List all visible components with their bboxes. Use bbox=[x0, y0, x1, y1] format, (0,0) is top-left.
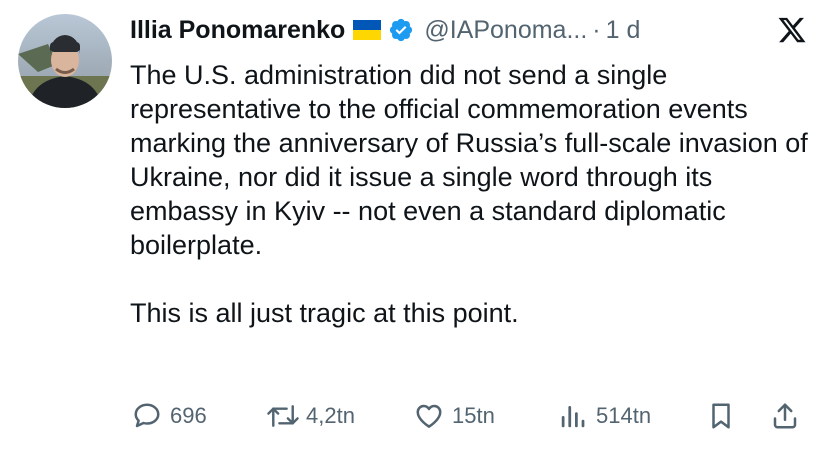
avatar[interactable] bbox=[18, 14, 112, 108]
action-bar: 696 4,2tn 15tn 514tn bbox=[130, 396, 810, 436]
tweet-text: The U.S. administration did not send a s… bbox=[130, 58, 810, 330]
tweet-paragraph: The U.S. administration did not send a s… bbox=[130, 60, 808, 260]
views-icon bbox=[556, 399, 590, 433]
author-handle[interactable]: @IAPonoma... bbox=[424, 16, 587, 45]
share-button[interactable] bbox=[768, 396, 802, 436]
repost-button[interactable]: 4,2tn bbox=[266, 396, 355, 436]
author-name[interactable]: Illia Ponomarenko bbox=[130, 16, 345, 45]
views-button[interactable]: 514tn bbox=[556, 396, 651, 436]
reply-button[interactable]: 696 bbox=[130, 396, 207, 436]
separator-dot: · bbox=[592, 15, 601, 44]
tweet-header: Illia Ponomarenko @IAPonoma... · 1 d bbox=[130, 12, 810, 48]
repost-count: 4,2tn bbox=[306, 403, 355, 428]
bookmark-icon bbox=[704, 399, 738, 433]
like-button[interactable]: 15tn bbox=[412, 396, 495, 436]
like-icon bbox=[412, 399, 446, 433]
share-icon bbox=[768, 399, 802, 433]
bookmark-button[interactable] bbox=[704, 396, 738, 436]
tweet-paragraph: This is all just tragic at this point. bbox=[130, 298, 519, 328]
reply-icon bbox=[130, 399, 164, 433]
repost-icon bbox=[266, 399, 300, 433]
x-logo-icon[interactable] bbox=[774, 12, 810, 48]
tweet-timestamp[interactable]: 1 d bbox=[606, 16, 641, 45]
reply-count: 696 bbox=[170, 403, 207, 428]
tweet-card[interactable]: Illia Ponomarenko @IAPonoma... · 1 d The… bbox=[0, 0, 828, 454]
views-count: 514tn bbox=[596, 403, 652, 428]
verified-badge-icon bbox=[388, 17, 414, 43]
ukraine-flag-icon bbox=[353, 20, 382, 40]
like-count: 15tn bbox=[452, 403, 495, 428]
